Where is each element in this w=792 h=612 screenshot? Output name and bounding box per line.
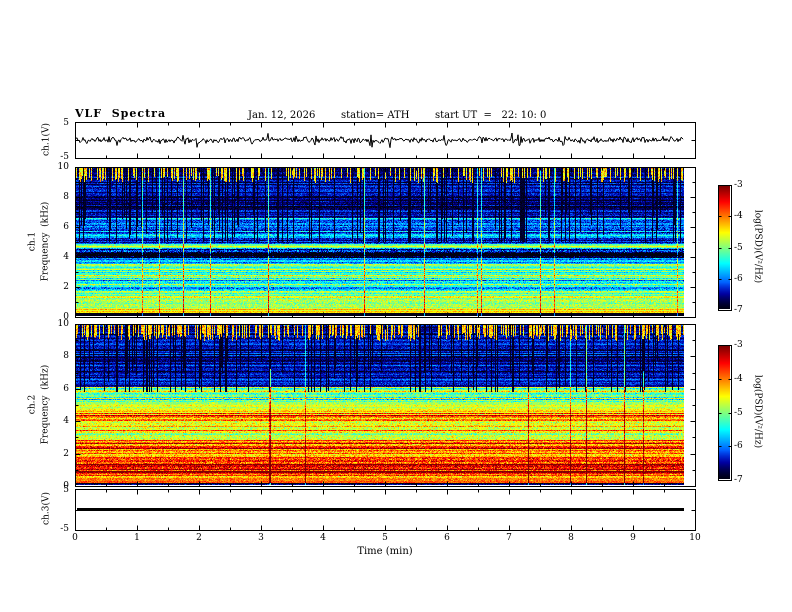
axes-frame-canvas xyxy=(0,0,792,612)
colorbar-tick-label: -7 xyxy=(734,305,743,315)
colorbar-tick-label: -5 xyxy=(734,407,743,418)
time-tick-label: 4 xyxy=(320,533,326,543)
freq-tick-label: 10 xyxy=(57,319,69,329)
colorbar-tick-label: -7 xyxy=(734,475,743,485)
plot-date: Jan. 12, 2026 xyxy=(248,110,316,121)
colorbar-tick-label: -6 xyxy=(734,441,743,452)
colorbar-tick-label: -4 xyxy=(734,211,743,222)
plot-start-ut: start UT = 22: 10: 0 xyxy=(435,110,547,121)
freq-tick-label: 10 xyxy=(57,162,69,172)
freq-tick-label: 2 xyxy=(63,282,69,292)
volt-tick-label: 5 xyxy=(63,485,69,495)
time-axis-label: Time (min) xyxy=(357,546,413,557)
volt-tick-label: -5 xyxy=(60,524,69,534)
freq-tick-label: 8 xyxy=(63,192,69,202)
freq-tick-label: 4 xyxy=(63,416,69,427)
time-tick-label: 10 xyxy=(689,533,701,543)
time-tick-label: 5 xyxy=(382,533,388,543)
colorbar-tick-label: -3 xyxy=(734,180,743,190)
volt-tick-label: 5 xyxy=(63,118,69,128)
freq-tick-label: 2 xyxy=(63,448,69,459)
plot-station: station= ATH xyxy=(341,110,410,121)
colorbar-tick-label: -4 xyxy=(734,373,743,384)
time-tick-label: 2 xyxy=(196,533,202,543)
ch2-spec-channel-label: ch.2 xyxy=(27,394,38,415)
colorbar-tick-label: -3 xyxy=(734,340,743,350)
time-tick-label: 8 xyxy=(568,533,574,543)
colorbar-tick-label: -5 xyxy=(734,242,743,253)
colorbar-tick-label: -6 xyxy=(734,273,743,284)
volt-tick-label: -5 xyxy=(60,152,69,162)
time-tick-label: 7 xyxy=(506,533,512,543)
vlf-spectra-figure: VLF Spectra Jan. 12, 2026 station= ATH s… xyxy=(0,0,792,612)
time-tick-label: 6 xyxy=(444,533,450,543)
ch3-wave-ylabel: ch.3(V) xyxy=(41,492,52,525)
plot-title: VLF Spectra xyxy=(75,107,167,120)
time-tick-label: 9 xyxy=(630,533,636,543)
freq-tick-label: 4 xyxy=(63,252,69,262)
ch2-spec-ylabel: Frequency (kHz) xyxy=(40,364,51,445)
time-tick-label: 3 xyxy=(258,533,264,543)
time-tick-label: 1 xyxy=(134,533,140,543)
time-tick-label: 0 xyxy=(72,533,78,543)
freq-tick-label: 6 xyxy=(63,222,69,232)
freq-tick-label: 8 xyxy=(63,351,69,362)
freq-tick-label: 6 xyxy=(63,383,69,394)
